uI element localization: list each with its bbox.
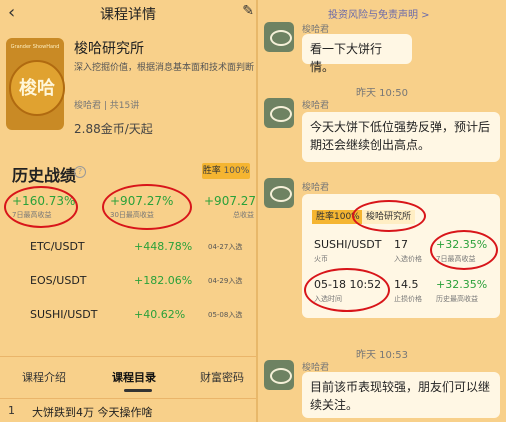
course-detail-panel: ‹ 课程详情 ✎ Grander ShowHand 梭哈 梭哈研究所 深入挖掘价… <box>0 0 256 422</box>
institute-name: 梭哈研究所 <box>74 41 144 57</box>
row-symbol: EOS/USDT <box>30 274 87 287</box>
message-bubble: 今天大饼下低位强势反弹，预计后期还会继续创出高点。 <box>302 112 500 162</box>
logo-text: 梭哈 <box>19 78 55 99</box>
win-rate-value: 100% <box>223 166 250 176</box>
page-title: 课程详情 <box>100 7 156 23</box>
highlight-circle <box>304 268 390 312</box>
course-tabs: 课程介绍 课程目录 财富密码 <box>0 356 256 397</box>
stat-label: 总收益 <box>233 211 254 219</box>
avatar[interactable] <box>264 22 294 52</box>
hist-gain-label: 历史最高收益 <box>436 295 478 303</box>
win-rate-badge: 胜率 100% <box>202 163 250 179</box>
lesson-title: 大饼跌到4万 今天操作啥 <box>32 406 153 419</box>
owl-icon <box>270 30 292 46</box>
timestamp: 昨天 10:50 <box>356 88 408 99</box>
hist-gain: +32.35% <box>436 278 488 291</box>
institute-logo: Grander ShowHand 梭哈 <box>6 38 65 130</box>
card-exchange: 火币 <box>314 255 328 263</box>
owl-icon <box>270 186 292 202</box>
logo-en-text: Grander ShowHand <box>10 44 60 50</box>
record-row[interactable]: ETC/USDT +448.78% 04-27入选 <box>0 230 256 264</box>
active-tab-indicator <box>124 389 152 392</box>
row-symbol: SUSHI/USDT <box>30 308 98 321</box>
institute-meta: 梭哈君 | 共15讲 <box>74 101 140 111</box>
owl-icon <box>270 368 292 384</box>
chat-panel: 投资风险与免责声明 > 梭哈君 看一下大饼行情。 昨天 10:50 梭哈君 今天… <box>258 0 506 422</box>
highlight-circle <box>352 200 426 232</box>
owl-icon <box>270 106 292 122</box>
highlight-circle <box>4 186 78 228</box>
header: ‹ 课程详情 ✎ <box>0 0 256 28</box>
avatar[interactable] <box>264 98 294 128</box>
row-date: 05-08入选 <box>208 311 243 319</box>
course-price: 2.88金币/天起 <box>74 122 153 136</box>
row-date: 04-27入选 <box>208 243 243 251</box>
record-row[interactable]: EOS/USDT +182.06% 04-29入选 <box>0 264 256 298</box>
sender-name: 梭哈君 <box>302 183 330 193</box>
message-bubble: 看一下大饼行情。 <box>302 34 412 74</box>
avatar[interactable] <box>264 360 294 390</box>
disclaimer-link[interactable]: 投资风险与免责声明 > <box>328 6 430 21</box>
timestamp: 昨天 10:53 <box>356 350 408 361</box>
signal-card[interactable]: 胜率100% 梭哈研究所 SUSHI/USDT 火币 17 入选价格 +32.3… <box>302 194 500 318</box>
message-bubble: 目前该币表现较强，朋友们可以继续关注。 <box>302 372 500 418</box>
win-rate-label: 胜率 <box>202 166 221 176</box>
lesson-number: 1 <box>8 404 15 417</box>
row-date: 04-29入选 <box>208 277 243 285</box>
stop-price: 14.5 <box>394 278 419 291</box>
institute-description: 深入挖掘价值，根据消息基本面和技术面判断现货数字货币走势，通过优化达 <box>74 63 254 73</box>
row-gain: +182.06% <box>134 274 193 287</box>
lesson-item[interactable]: 1 大饼跌到4万 今天操作啥 <box>0 398 256 422</box>
tab-intro[interactable]: 课程介绍 <box>22 369 66 385</box>
logo-coin: 梭哈 <box>9 60 65 116</box>
edit-icon[interactable]: ✎ <box>242 3 254 19</box>
highlight-circle <box>430 230 498 270</box>
avatar[interactable] <box>264 178 294 208</box>
row-gain: +448.78% <box>134 240 193 253</box>
entry-price: 17 <box>394 238 408 251</box>
sender-name: 梭哈君 <box>302 101 330 111</box>
stat-value: +907.27% <box>204 194 256 208</box>
stop-price-label: 止损价格 <box>394 295 422 303</box>
card-symbol: SUSHI/USDT <box>314 238 382 251</box>
help-icon[interactable]: ? <box>74 166 86 178</box>
tab-wealth-code[interactable]: 财富密码 <box>200 369 244 385</box>
row-gain: +40.62% <box>134 308 186 321</box>
entry-price-label: 入选价格 <box>394 255 422 263</box>
stat-total: +907.27% 总收益 <box>204 194 256 220</box>
highlight-circle <box>102 184 192 230</box>
row-symbol: ETC/USDT <box>30 240 85 253</box>
record-title: 历史战绩 <box>12 166 77 185</box>
record-row[interactable]: SUSHI/USDT +40.62% 05-08入选 <box>0 298 256 332</box>
tab-catalog[interactable]: 课程目录 <box>112 369 156 385</box>
